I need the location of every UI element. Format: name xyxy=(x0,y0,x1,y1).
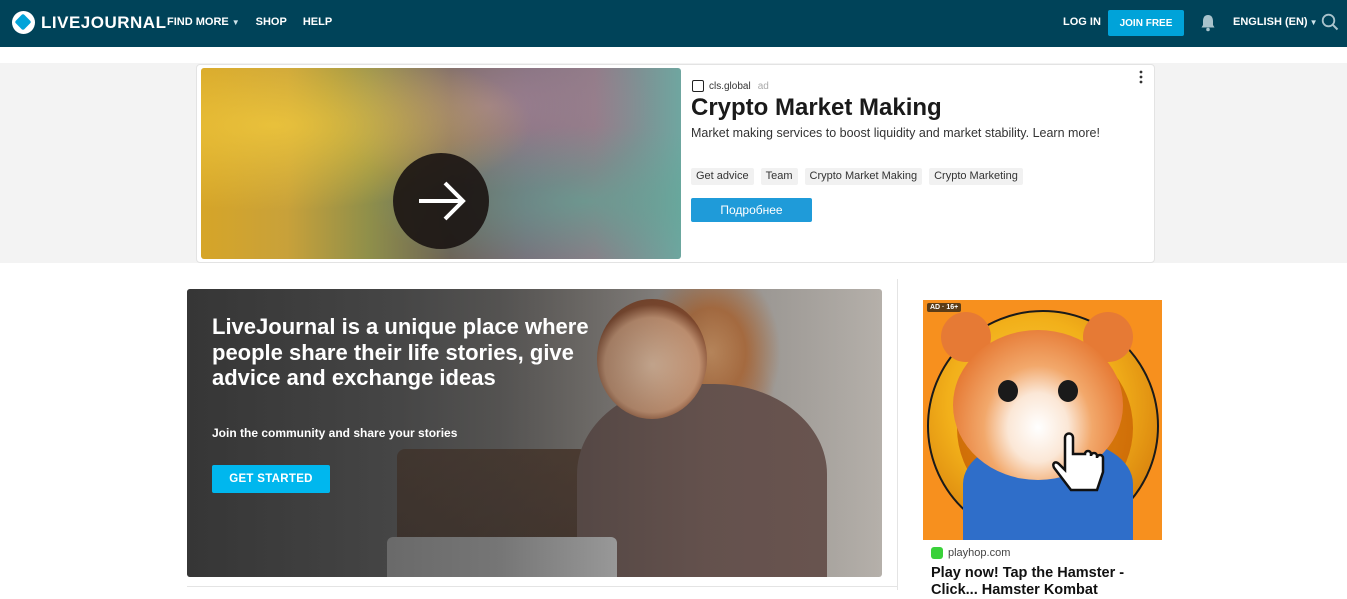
login-link[interactable]: LOG IN xyxy=(1063,16,1101,28)
main-nav: FIND MORE ▼ SHOP HELP xyxy=(167,16,332,28)
ad-source-icon xyxy=(692,80,704,92)
ad-card[interactable] xyxy=(196,64,1155,263)
search-icon[interactable] xyxy=(1321,13,1339,31)
arrow-right-icon[interactable] xyxy=(393,153,489,249)
column-divider xyxy=(897,279,898,590)
section-divider xyxy=(187,586,897,587)
bell-icon[interactable] xyxy=(1200,14,1216,32)
more-options-icon[interactable] xyxy=(1137,70,1145,84)
language-label: ENGLISH (EN) xyxy=(1233,16,1308,28)
nav-find-more[interactable]: FIND MORE ▼ xyxy=(167,16,240,28)
get-started-button[interactable]: GET STARTED xyxy=(212,465,330,493)
livejournal-logo[interactable]: LIVEJOURNAL xyxy=(12,11,166,34)
join-free-button[interactable]: JOIN FREE xyxy=(1108,10,1184,36)
ad-description: Market making services to boost liquidit… xyxy=(691,126,1100,140)
hamster-eye xyxy=(998,380,1018,402)
livejournal-logo-icon xyxy=(12,11,35,34)
chevron-down-icon: ▼ xyxy=(1309,18,1318,27)
language-selector[interactable]: ENGLISH (EN) ▼ xyxy=(1233,16,1317,28)
ad-source[interactable]: cls.global ad xyxy=(692,80,769,92)
ad-tag[interactable]: Team xyxy=(760,168,798,185)
sidebar-ad-title[interactable]: Play now! Tap the Hamster - Click... Ham… xyxy=(931,565,1156,599)
nav-shop[interactable]: SHOP xyxy=(256,16,287,28)
sidebar-ad-image[interactable]: AD · 16+ xyxy=(923,300,1162,540)
ad-tags: Get advice Team Crypto Market Making Cry… xyxy=(691,168,1023,185)
hamster-eye xyxy=(1058,380,1078,402)
ad-tag[interactable]: Crypto Marketing xyxy=(929,168,1023,185)
ad-tag[interactable]: Crypto Market Making xyxy=(804,168,923,185)
ad-label: ad xyxy=(757,80,769,92)
hero-subtitle: Join the community and share your storie… xyxy=(212,426,458,440)
hero-title: LiveJournal is a unique place where peop… xyxy=(212,314,589,390)
logo-text: LIVEJOURNAL xyxy=(41,12,167,32)
sidebar-ad-source[interactable]: playhop.com xyxy=(931,547,1010,559)
ad-source-text: cls.global xyxy=(709,80,751,92)
top-navigation-bar: LIVEJOURNAL FIND MORE ▼ SHOP HELP LOG IN … xyxy=(0,0,1347,47)
ad-tag[interactable]: Get advice xyxy=(691,168,754,185)
ad-cta-button[interactable]: Подробнее xyxy=(691,198,812,222)
ad-title[interactable]: Crypto Market Making xyxy=(691,94,942,122)
ad-image[interactable] xyxy=(201,68,681,259)
chevron-down-icon: ▼ xyxy=(231,18,240,27)
nav-help[interactable]: HELP xyxy=(303,16,332,28)
pointer-hand-icon xyxy=(1052,432,1105,492)
sidebar-ad-source-text: playhop.com xyxy=(948,547,1011,559)
ad-age-badge: AD · 16+ xyxy=(927,303,962,312)
playhop-icon xyxy=(931,547,943,559)
nav-find-more-label: FIND MORE xyxy=(167,16,229,28)
